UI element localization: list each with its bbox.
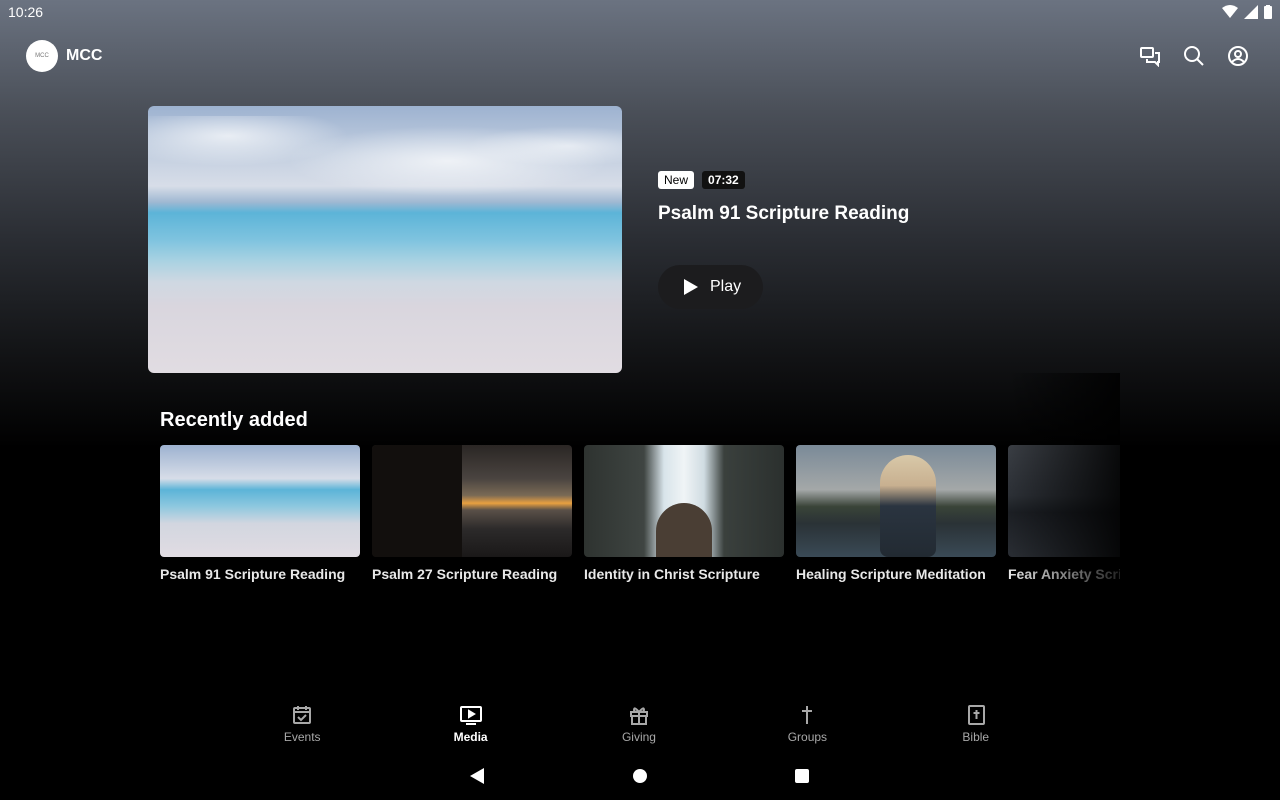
media-title: Psalm 27 Scripture Reading — [372, 566, 558, 582]
app-name: MCC — [66, 47, 103, 64]
back-icon[interactable] — [469, 768, 485, 784]
nav-item-media[interactable]: Media — [386, 704, 554, 748]
signal-icon — [1244, 5, 1258, 19]
search-icon — [1184, 46, 1204, 66]
recently-added-carousel[interactable]: Psalm 91 Scripture Reading Psalm 27 Scri… — [160, 445, 1120, 585]
logo-text: MCC — [35, 53, 49, 59]
hero-info: New 07:32 Psalm 91 Scripture Reading — [658, 171, 909, 225]
battery-icon — [1264, 5, 1272, 19]
media-thumbnail — [372, 445, 572, 557]
nav-item-giving[interactable]: Giving — [555, 704, 723, 748]
wifi-icon — [1222, 5, 1238, 18]
nav-label: Giving — [621, 730, 656, 744]
play-button[interactable]: Play — [658, 265, 763, 309]
hero-title: Psalm 91 Scripture Reading — [658, 203, 910, 224]
system-nav-bar — [0, 760, 1280, 792]
status-time: 10:26 — [8, 4, 44, 20]
app-header: MCC MCC — [26, 40, 102, 72]
media-card[interactable]: Identity in Christ Scripture — [584, 445, 784, 582]
tv-play-icon — [459, 706, 482, 725]
home-icon[interactable] — [632, 768, 648, 784]
bible-icon — [967, 705, 985, 725]
church-logo[interactable]: MCC — [26, 40, 58, 72]
search-button[interactable] — [1182, 44, 1206, 68]
media-thumbnail — [584, 445, 784, 557]
media-title: Healing Scripture Meditation — [796, 566, 986, 582]
nav-label: Bible — [962, 730, 990, 744]
hero-thumbnail[interactable] — [148, 106, 622, 373]
duration-badge: 07:32 — [702, 171, 745, 189]
nav-label: Events — [283, 730, 321, 744]
chat-icon — [1140, 47, 1160, 67]
status-icons — [1222, 5, 1272, 19]
new-badge: New — [658, 171, 695, 189]
nav-label: Groups — [787, 730, 828, 744]
media-title: Fear Anxiety Scripture — [1008, 566, 1120, 582]
media-card[interactable]: Healing Scripture Meditation — [796, 445, 996, 582]
media-thumbnail — [160, 445, 360, 557]
media-title: Psalm 91 Scripture Reading — [160, 566, 346, 582]
nav-label: Media — [453, 730, 488, 744]
section-title-recently-added: Recently added — [160, 409, 308, 431]
hero-clouds — [148, 116, 622, 196]
bottom-nav: Events Media Giving Groups Bible — [218, 704, 1060, 748]
media-card[interactable]: Psalm 91 Scripture Reading — [160, 445, 360, 582]
nav-item-groups[interactable]: Groups — [723, 704, 891, 748]
media-thumbnail — [796, 445, 996, 557]
chat-button[interactable] — [1138, 44, 1162, 68]
recents-icon[interactable] — [794, 768, 810, 784]
account-circle-icon — [1228, 46, 1248, 66]
hero-badges: New 07:32 — [658, 171, 909, 189]
play-label: Play — [710, 278, 742, 295]
cross-icon — [802, 706, 813, 724]
calendar-check-icon — [293, 706, 312, 724]
profile-button[interactable] — [1226, 44, 1250, 68]
header-actions — [1138, 44, 1250, 68]
media-card[interactable]: Fear Anxiety Scripture — [1008, 445, 1120, 582]
media-title: Identity in Christ Scripture — [584, 566, 760, 582]
nav-item-bible[interactable]: Bible — [892, 704, 1060, 748]
gift-icon — [629, 707, 648, 725]
status-bar: 10:26 — [0, 0, 1280, 24]
play-icon — [684, 279, 698, 295]
media-card[interactable]: Psalm 27 Scripture Reading — [372, 445, 572, 582]
media-thumbnail — [1008, 445, 1120, 557]
nav-item-events[interactable]: Events — [218, 704, 386, 748]
